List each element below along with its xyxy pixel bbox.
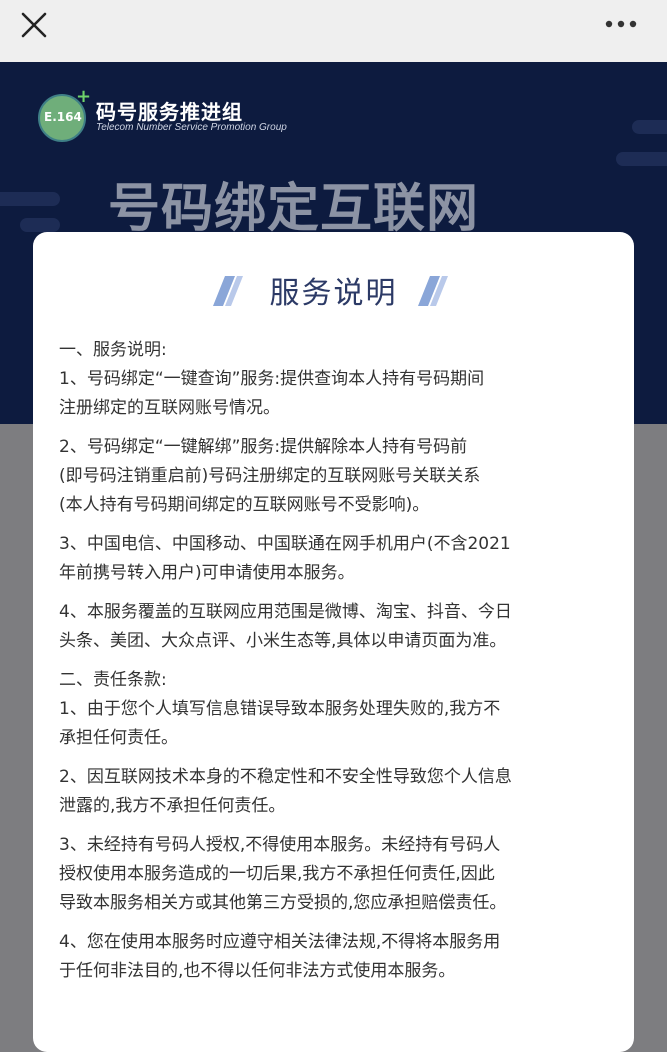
text-line: 3、未经持有号码人授权,不得使用本服务。未经持有号码人	[59, 835, 501, 855]
text-line: (即号码注销重启前)号码注册绑定的互联网账号关联关系	[59, 466, 481, 486]
banner-title: 号码绑定互联网	[108, 179, 480, 239]
text-line: 4、您在使用本服务时应遵守相关法律法规,不得将本服务用	[59, 932, 501, 952]
logo-plus-icon: +	[76, 86, 92, 107]
close-button[interactable]	[14, 8, 54, 48]
decor-stripe	[20, 218, 60, 232]
text-line: 于任何非法目的,也不得以任何非法方式使用本服务。	[59, 961, 456, 981]
text-line: 3、中国电信、中国移动、中国联通在网手机用户(不含2021	[59, 534, 511, 554]
close-icon	[21, 12, 47, 38]
logo-text: E.164	[44, 110, 82, 124]
decor-stripe	[616, 152, 667, 166]
text-line: 导致本服务相关方或其他第三方受损的,您应承担赔偿责任。	[59, 893, 507, 913]
decor-slash-icon	[418, 276, 448, 306]
text-line: 4、本服务覆盖的互联网应用范围是微博、淘宝、抖音、今日	[59, 602, 512, 622]
section-title: 二、责任条款:	[59, 670, 167, 690]
more-options-button[interactable]	[601, 10, 645, 46]
more-options-icon	[605, 20, 637, 28]
top-bar	[0, 0, 667, 62]
text-line: 2、号码绑定“一键解绑”服务:提供解除本人持有号码前	[59, 437, 468, 457]
text-line: 1、由于您个人填写信息错误导致本服务处理失败的,我方不	[59, 699, 501, 719]
text-line: 授权使用本服务造成的一切后果,我方不承担任何责任,因此	[59, 864, 495, 884]
text-line: (本人持有号码期间绑定的互联网账号不受影响)。	[59, 495, 430, 515]
org-name: 码号服务推进组	[96, 100, 243, 124]
card-heading: 服务说明	[269, 276, 398, 311]
terms-content: 一、服务说明: 1、号码绑定“一键查询”服务:提供查询本人持有号码期间 注册绑定…	[59, 336, 619, 986]
decor-stripe	[632, 120, 667, 134]
section-title: 一、服务说明:	[59, 340, 167, 360]
text-line: 泄露的,我方不承担任何责任。	[59, 796, 286, 816]
text-line: 承担任何责任。	[59, 728, 178, 748]
text-line: 年前携号转入用户)可申请使用本服务。	[59, 563, 355, 583]
text-line: 1、号码绑定“一键查询”服务:提供查询本人持有号码期间	[59, 369, 485, 389]
text-line: 注册绑定的互联网账号情况。	[59, 398, 280, 418]
service-description-card: 服务说明 一、服务说明: 1、号码绑定“一键查询”服务:提供查询本人持有号码期间…	[33, 232, 634, 1052]
org-subtitle: Telecom Number Service Promotion Group	[96, 122, 287, 133]
text-line: 2、因互联网技术本身的不稳定性和不安全性导致您个人信息	[59, 767, 512, 787]
text-line: 头条、美团、大众点评、小米生态等,具体以申请页面为准。	[59, 631, 507, 651]
decor-stripe	[0, 192, 60, 206]
